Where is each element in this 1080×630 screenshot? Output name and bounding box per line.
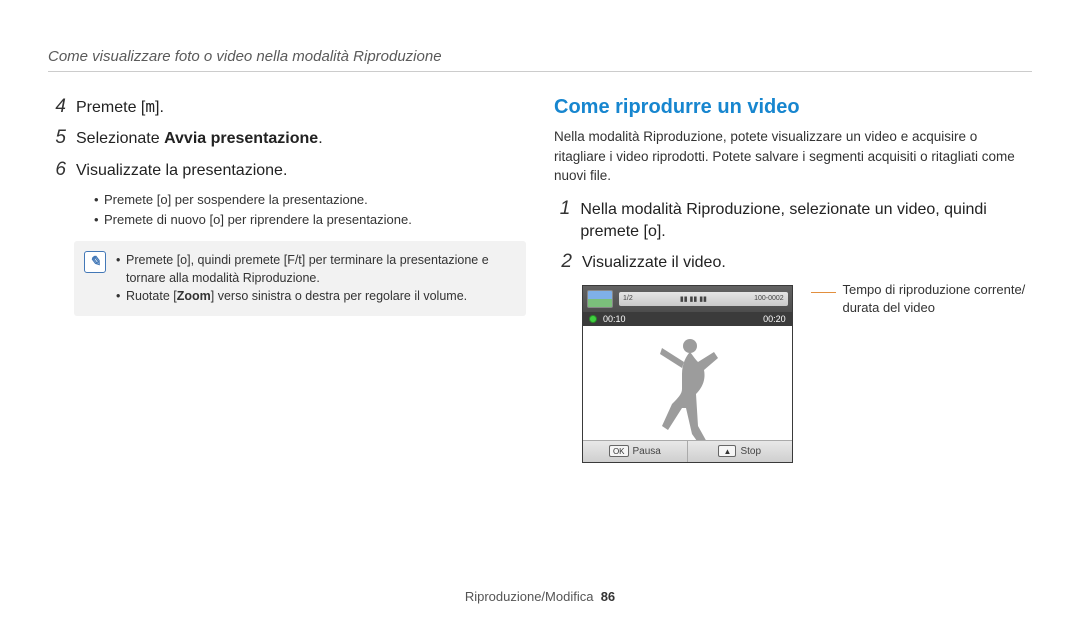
callout: Tempo di riproduzione corrente/ durata d…	[811, 285, 1032, 317]
step-num: 5	[48, 127, 66, 149]
up-icon: ▲	[718, 445, 736, 457]
step-num: 6	[48, 159, 66, 181]
video-status-strip: 1/2 ▮▮ ▮▮ ▮▮ 100-0002	[619, 292, 788, 306]
step-6-sublist: Premete [o] per sospendere la presentazi…	[48, 190, 526, 229]
note-box: ✎ Premete [o], quindi premete [F/t] per …	[74, 241, 526, 315]
step-text: Visualizzate il video.	[582, 252, 726, 274]
footer-section: Riproduzione/Modifica	[465, 589, 594, 604]
video-counter: 1/2	[623, 295, 633, 302]
section-intro: Nella modalità Riproduzione, potete visu…	[554, 127, 1032, 186]
play-indicator-icon	[589, 315, 597, 323]
step-num: 1	[554, 198, 570, 220]
step-6: 6 Visualizzate la presentazione.	[48, 159, 526, 182]
step-text: Selezionate Avvia presentazione.	[76, 128, 323, 150]
footer-page: 86	[601, 589, 615, 604]
list-item: Premete [o] per sospendere la presentazi…	[94, 190, 526, 210]
stop-label: Stop	[740, 446, 761, 457]
menu-glyph: m	[145, 97, 155, 116]
page-header: Come visualizzare foto o video nella mod…	[48, 48, 1032, 72]
video-preview: 1/2 ▮▮ ▮▮ ▮▮ 100-0002 00:10 00:20	[582, 285, 793, 463]
stop-button[interactable]: ▲ Stop	[688, 441, 792, 462]
time-current: 00:10	[603, 314, 626, 324]
video-thumbnail-icon	[587, 290, 613, 308]
note-list: Premete [o], quindi premete [F/t] per te…	[116, 251, 512, 305]
pause-button[interactable]: OK Pausa	[583, 441, 688, 462]
step-num: 2	[554, 251, 572, 273]
step-text: Premete [m].	[76, 96, 164, 119]
step-text: Nella modalità Riproduzione, selezionate…	[580, 199, 1032, 244]
left-column: 4 Premete [m]. 5 Selezionate Avvia prese…	[48, 96, 526, 463]
step-text: Visualizzate la presentazione.	[76, 160, 287, 182]
ok-tag: OK	[609, 445, 629, 457]
pause-label: Pausa	[633, 446, 661, 457]
callout-text: Tempo di riproduzione corrente/ durata d…	[842, 281, 1032, 317]
step-5: 5 Selezionate Avvia presentazione.	[48, 127, 526, 150]
list-item: Premete di nuovo [o] per riprendere la p…	[94, 210, 526, 230]
step-2: 2 Visualizzate il video.	[554, 251, 1032, 274]
video-topbar: 1/2 ▮▮ ▮▮ ▮▮ 100-0002	[583, 286, 792, 312]
list-item: Ruotate [Zoom] verso sinistra o destra p…	[116, 287, 512, 305]
step-num: 4	[48, 96, 66, 118]
note-icon: ✎	[84, 251, 106, 273]
step-4: 4 Premete [m].	[48, 96, 526, 119]
right-column: Come riprodurre un video Nella modalità …	[554, 96, 1032, 463]
callout-line-icon	[811, 292, 837, 293]
video-filenum: 100-0002	[754, 295, 784, 302]
page-footer: Riproduzione/Modifica 86	[0, 589, 1080, 604]
video-body	[583, 326, 792, 440]
time-total: 00:20	[763, 314, 786, 324]
video-time-bar: 00:10 00:20	[583, 312, 792, 326]
video-bottom-bar: OK Pausa ▲ Stop	[583, 440, 792, 462]
list-item: Premete [o], quindi premete [F/t] per te…	[116, 251, 512, 287]
step-1: 1 Nella modalità Riproduzione, seleziona…	[554, 198, 1032, 244]
dancer-silhouette-icon	[632, 334, 742, 440]
section-heading: Come riprodurre un video	[554, 96, 1032, 119]
